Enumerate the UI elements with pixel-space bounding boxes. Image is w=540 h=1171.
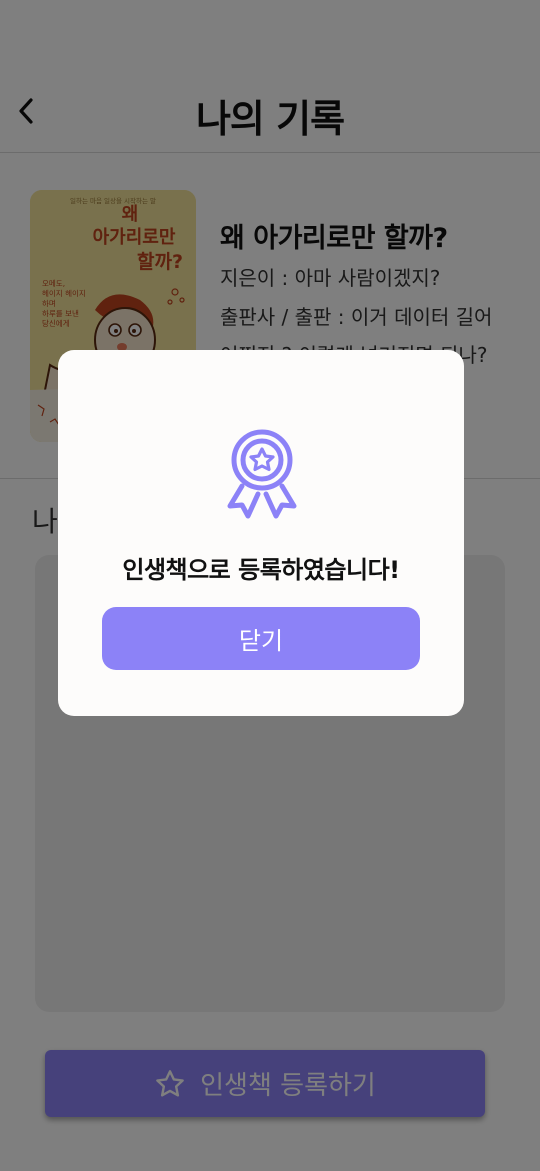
award-badge-icon — [227, 429, 297, 519]
success-modal: 인생책으로 등록하였습니다! 닫기 — [58, 350, 464, 716]
modal-close-label: 닫기 — [238, 627, 284, 655]
modal-message: 인생책으로 등록하였습니다! — [122, 556, 400, 584]
modal-close-button[interactable]: 닫기 — [102, 607, 420, 670]
